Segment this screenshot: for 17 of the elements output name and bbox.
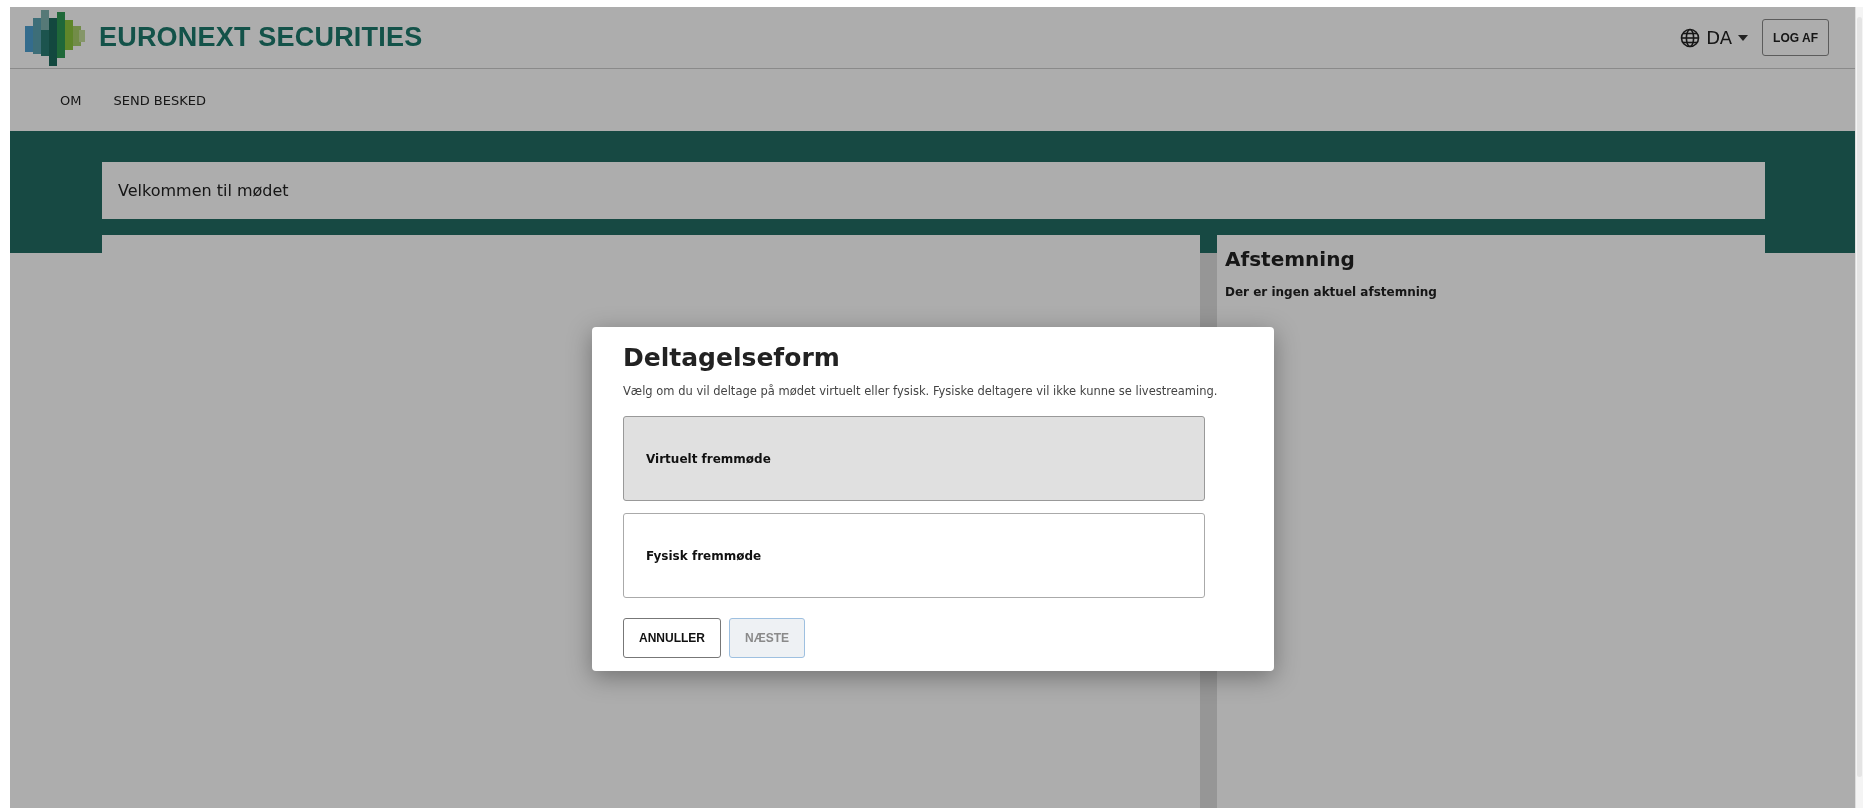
- nav-link[interactable]: SEND BESKED: [113, 92, 206, 108]
- caret-icon: [1738, 34, 1749, 41]
- nav-link[interactable]: OM: [60, 92, 82, 108]
- welcome-banner: Velkommen til mødet: [102, 162, 1765, 219]
- dialog-description: Vælg om du vil deltage på mødet virtuelt eller fysisk. Fysiske deltagere vil ikke kunne se livestreaming.: [623, 384, 1219, 398]
- option-card[interactable]: Fysisk fremmøde: [623, 513, 1205, 598]
- globe-icon: [1680, 27, 1701, 48]
- language-selector[interactable]: DA: [1676, 27, 1753, 48]
- dialog-title: Deltagelseform: [623, 343, 841, 372]
- cancel-button[interactable]: ANNULLER: [623, 618, 721, 658]
- panel-message: Der er ingen aktuel afstemning: [1225, 285, 1438, 299]
- brand-name: EURONEXT SECURITIES: [99, 22, 423, 53]
- logout-button[interactable]: LOG AF: [1762, 19, 1829, 56]
- logo-icon: [25, 9, 87, 66]
- panel-title: Afstemning: [1225, 247, 1356, 271]
- option-card[interactable]: Virtuelt fremmøde: [623, 416, 1205, 501]
- scrollbar[interactable]: [1855, 7, 1863, 808]
